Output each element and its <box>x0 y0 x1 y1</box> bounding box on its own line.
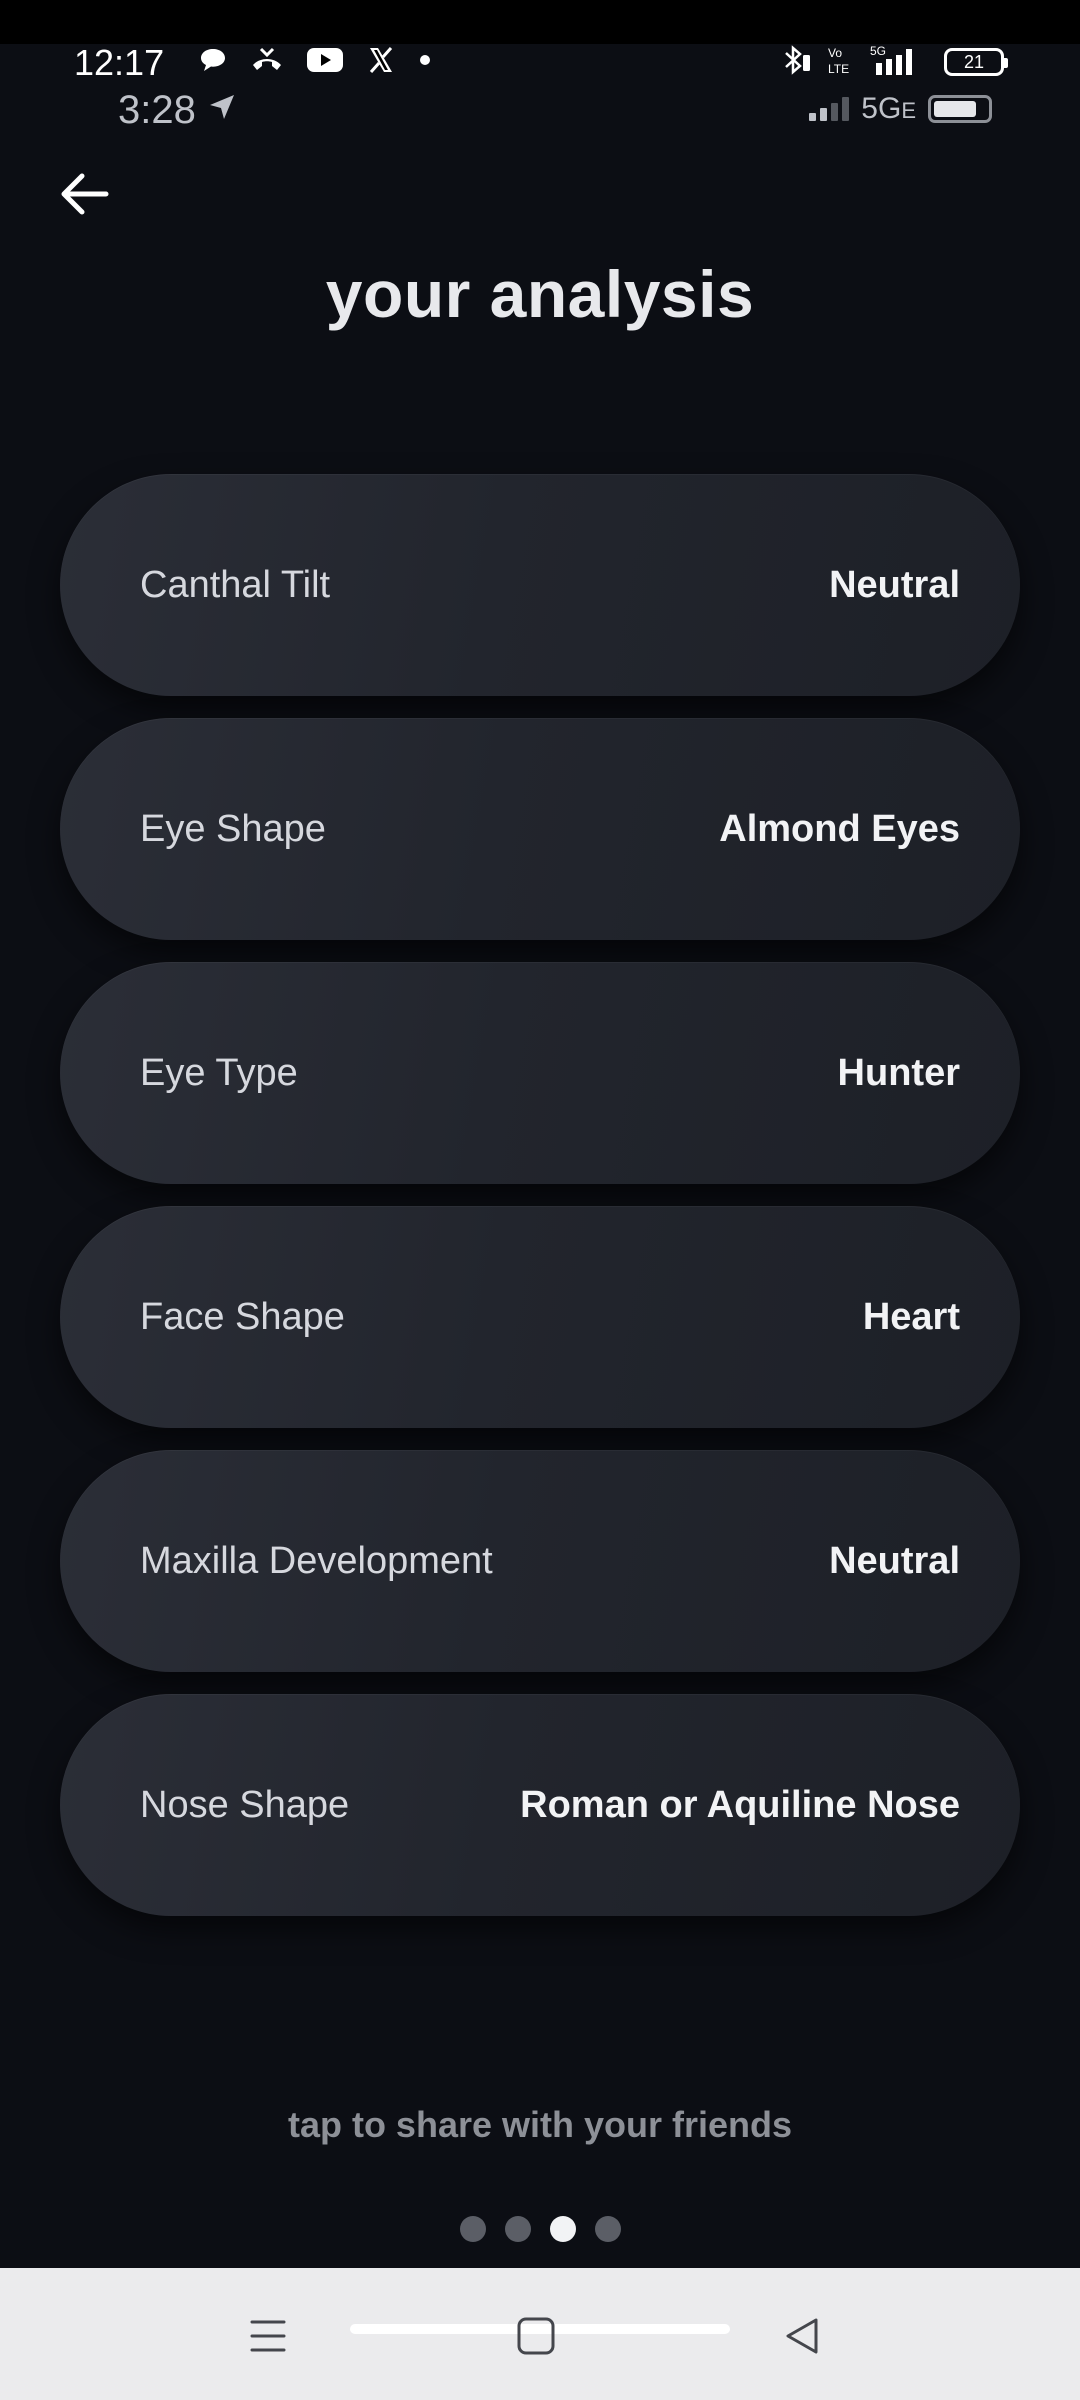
menu-icon <box>250 2320 286 2352</box>
square-icon <box>517 2317 555 2355</box>
result-label: Maxilla Development <box>140 1539 493 1582</box>
svg-text:5G: 5G <box>870 44 886 58</box>
volte-icon: Vo LTE <box>826 43 854 82</box>
result-card-eye-type[interactable]: Eye Type Hunter <box>60 962 1020 1184</box>
recorded-battery-icon <box>928 95 992 123</box>
result-label: Canthal Tilt <box>140 563 331 606</box>
result-card-face-shape[interactable]: Face Shape Heart <box>60 1206 1020 1428</box>
page-dot-3-active[interactable] <box>549 2216 576 2242</box>
page-dot-1[interactable] <box>459 2216 486 2242</box>
recorded-status-indicators: 5GE <box>809 92 992 126</box>
dot-icon <box>418 53 432 72</box>
result-value: Roman or Aquiline Nose <box>520 1783 960 1826</box>
x-logo-icon <box>366 45 396 80</box>
system-status-bar <box>0 0 1080 44</box>
notification-icons <box>198 42 432 82</box>
system-indicators: Vo LTE 5G 21 <box>778 42 1008 82</box>
app-screen: 12:17 Vo LTE 5G 21 3:28 5GE your analysi… <box>0 0 1080 2400</box>
back-nav-button[interactable] <box>774 2308 830 2364</box>
location-arrow-icon <box>206 88 238 133</box>
result-label: Face Shape <box>140 1295 345 1338</box>
triangle-back-icon <box>786 2318 818 2354</box>
recorded-status-time: 3:28 <box>118 88 238 133</box>
result-value: Hunter <box>837 1051 960 1094</box>
menu-button[interactable] <box>240 2308 296 2364</box>
svg-text:Vo: Vo <box>828 46 842 60</box>
result-value: Almond Eyes <box>719 807 960 850</box>
svg-text:LTE: LTE <box>828 62 849 76</box>
result-card-maxilla-development[interactable]: Maxilla Development Neutral <box>60 1450 1020 1672</box>
result-value: Heart <box>862 1295 960 1338</box>
network-type: 5GE <box>861 92 916 125</box>
back-button[interactable] <box>52 162 116 226</box>
recorded-time: 3:28 <box>118 88 196 132</box>
cell-signal-icon <box>809 97 850 121</box>
system-navigation-bar <box>0 2268 1080 2400</box>
page-dot-4[interactable] <box>594 2216 621 2242</box>
result-value: Neutral <box>829 563 960 606</box>
share-with-friends-link[interactable]: tap to share with your friends <box>0 2104 1080 2146</box>
bluetooth-icon <box>778 43 812 82</box>
page-dot-2[interactable] <box>504 2216 531 2242</box>
result-label: Nose Shape <box>140 1783 350 1826</box>
youtube-icon <box>306 46 344 79</box>
result-label: Eye Type <box>140 1051 298 1094</box>
page-indicator <box>0 2216 1080 2242</box>
result-card-nose-shape[interactable]: Nose Shape Roman or Aquiline Nose <box>60 1694 1020 1916</box>
missed-call-icon <box>250 45 284 80</box>
battery-level: 21 <box>963 51 985 72</box>
result-label: Eye Shape <box>140 807 326 850</box>
result-card-canthal-tilt[interactable]: Canthal Tilt Neutral <box>60 474 1020 696</box>
5g-signal-icon: 5G <box>868 43 930 82</box>
result-card-eye-shape[interactable]: Eye Shape Almond Eyes <box>60 718 1020 940</box>
system-time: 12:17 <box>74 42 165 83</box>
chat-bubble-icon <box>198 45 228 80</box>
home-button[interactable] <box>508 2308 564 2364</box>
result-value: Neutral <box>829 1539 960 1582</box>
page-title: your analysis <box>325 257 755 331</box>
battery-icon: 21 <box>944 48 1008 76</box>
arrow-left-icon <box>61 173 109 215</box>
